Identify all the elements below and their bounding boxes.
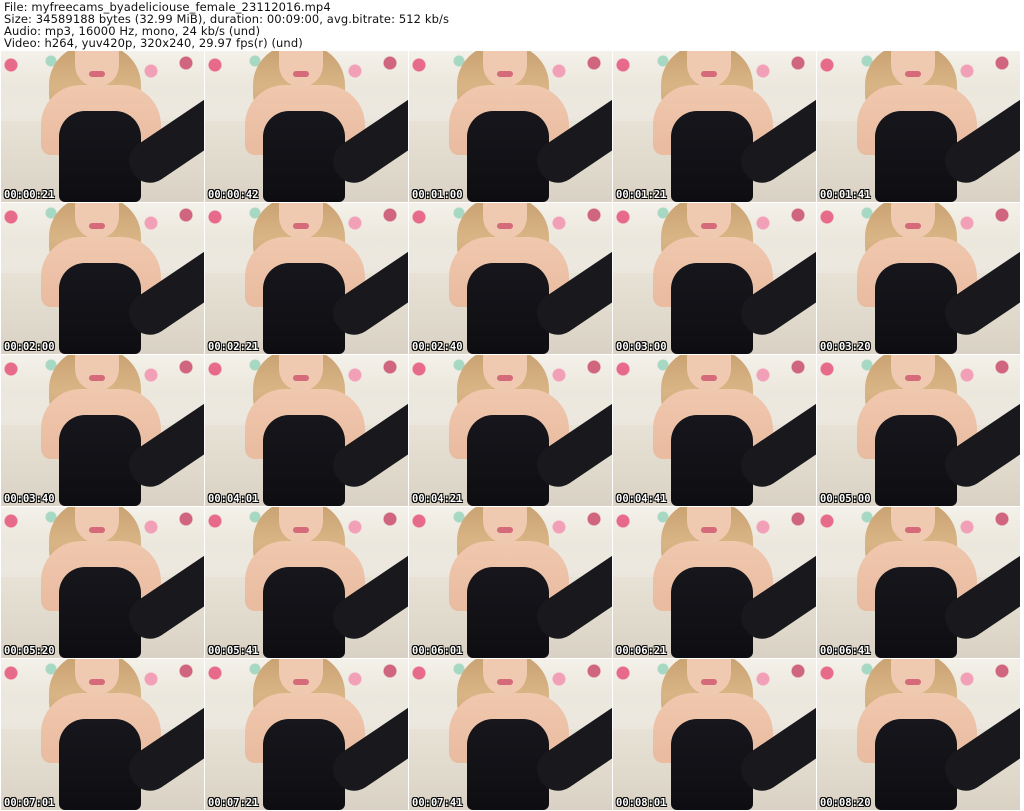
thumbnail-lips-shape: [905, 71, 921, 77]
thumbnail-timestamp: 00:03:20: [820, 341, 871, 353]
video-thumbnail: 00:04:41: [613, 355, 816, 506]
thumbnail-lips-shape: [905, 527, 921, 533]
thumbnail-timestamp: 00:02:40: [412, 341, 463, 353]
thumbnail-lips-shape: [89, 71, 105, 77]
video-thumbnail: 00:03:40: [1, 355, 204, 506]
video-thumbnail: 00:01:21: [613, 51, 816, 202]
thumbnail-lips-shape: [293, 375, 309, 381]
video-thumbnail: 00:02:00: [1, 203, 204, 354]
video-thumbnail: 00:04:01: [205, 355, 408, 506]
thumbnail-lips-shape: [701, 223, 717, 229]
thumbnail-lips-shape: [293, 223, 309, 229]
thumbnail-timestamp: 00:05:41: [208, 645, 259, 657]
thumbnail-timestamp: 00:03:40: [4, 493, 55, 505]
video-thumbnail: 00:00:21: [1, 51, 204, 202]
video-thumbnail: 00:07:41: [409, 659, 612, 810]
thumbnail-lips-shape: [89, 679, 105, 685]
thumbnail-lips-shape: [293, 679, 309, 685]
thumbnail-lips-shape: [905, 223, 921, 229]
thumbnail-timestamp: 00:04:41: [616, 493, 667, 505]
thumbnail-lips-shape: [293, 71, 309, 77]
video-thumbnail: 00:01:00: [409, 51, 612, 202]
video-info-line: Video: h264, yuv420p, 320x240, 29.97 fps…: [4, 36, 303, 50]
thumbnail-timestamp: 00:01:00: [412, 189, 463, 201]
video-thumbnail: 00:03:20: [817, 203, 1020, 354]
video-thumbnail: 00:06:41: [817, 507, 1020, 658]
thumbnail-lips-shape: [905, 679, 921, 685]
video-thumbnail: 00:04:21: [409, 355, 612, 506]
thumbnail-timestamp: 00:03:00: [616, 341, 667, 353]
thumbnail-lips-shape: [497, 223, 513, 229]
video-thumbnail: 00:02:40: [409, 203, 612, 354]
thumbnail-lips-shape: [497, 71, 513, 77]
thumbnail-grid: 00:00:21 00:00:42 00:01:00 00:01:21 00:01:41…: [1, 51, 1023, 811]
thumbnail-lips-shape: [89, 527, 105, 533]
thumbnail-timestamp: 00:06:21: [616, 645, 667, 657]
thumbnail-timestamp: 00:02:00: [4, 341, 55, 353]
thumbnail-timestamp: 00:08:20: [820, 797, 871, 809]
thumbnail-timestamp: 00:06:01: [412, 645, 463, 657]
thumbnail-lips-shape: [293, 527, 309, 533]
thumbnail-timestamp: 00:00:21: [4, 189, 55, 201]
video-thumbnail: 00:06:01: [409, 507, 612, 658]
video-thumbnail: 00:06:21: [613, 507, 816, 658]
thumbnail-lips-shape: [497, 527, 513, 533]
thumbnail-lips-shape: [89, 375, 105, 381]
file-info-header: File: myfreecams_byadeliciouse_female_23…: [0, 0, 1024, 50]
thumbnail-timestamp: 00:07:01: [4, 797, 55, 809]
thumbnail-timestamp: 00:06:41: [820, 645, 871, 657]
thumbnail-lips-shape: [701, 71, 717, 77]
thumbnail-timestamp: 00:04:21: [412, 493, 463, 505]
video-thumbnail: 00:08:20: [817, 659, 1020, 810]
video-thumbnail: 00:02:21: [205, 203, 408, 354]
thumbnail-timestamp: 00:01:21: [616, 189, 667, 201]
video-thumbnail: 00:05:41: [205, 507, 408, 658]
thumbnail-timestamp: 00:02:21: [208, 341, 259, 353]
thumbnail-lips-shape: [89, 223, 105, 229]
thumbnail-lips-shape: [497, 375, 513, 381]
video-thumbnail: 00:07:01: [1, 659, 204, 810]
video-thumbnail: 00:05:00: [817, 355, 1020, 506]
thumbnail-timestamp: 00:00:42: [208, 189, 259, 201]
thumbnail-timestamp: 00:01:41: [820, 189, 871, 201]
thumbnail-timestamp: 00:08:01: [616, 797, 667, 809]
video-thumbnail: 00:01:41: [817, 51, 1020, 202]
video-thumbnail: 00:08:01: [613, 659, 816, 810]
thumbnail-lips-shape: [701, 527, 717, 533]
thumbnail-timestamp: 00:07:21: [208, 797, 259, 809]
thumbnail-timestamp: 00:04:01: [208, 493, 259, 505]
video-thumbnail: 00:03:00: [613, 203, 816, 354]
thumbnail-timestamp: 00:05:00: [820, 493, 871, 505]
thumbnail-lips-shape: [905, 375, 921, 381]
thumbnail-lips-shape: [701, 375, 717, 381]
thumbnail-timestamp: 00:07:41: [412, 797, 463, 809]
thumbnail-lips-shape: [701, 679, 717, 685]
video-thumbnail: 00:05:20: [1, 507, 204, 658]
video-thumbnail: 00:00:42: [205, 51, 408, 202]
video-thumbnail: 00:07:21: [205, 659, 408, 810]
thumbnail-timestamp: 00:05:20: [4, 645, 55, 657]
thumbnail-lips-shape: [497, 679, 513, 685]
